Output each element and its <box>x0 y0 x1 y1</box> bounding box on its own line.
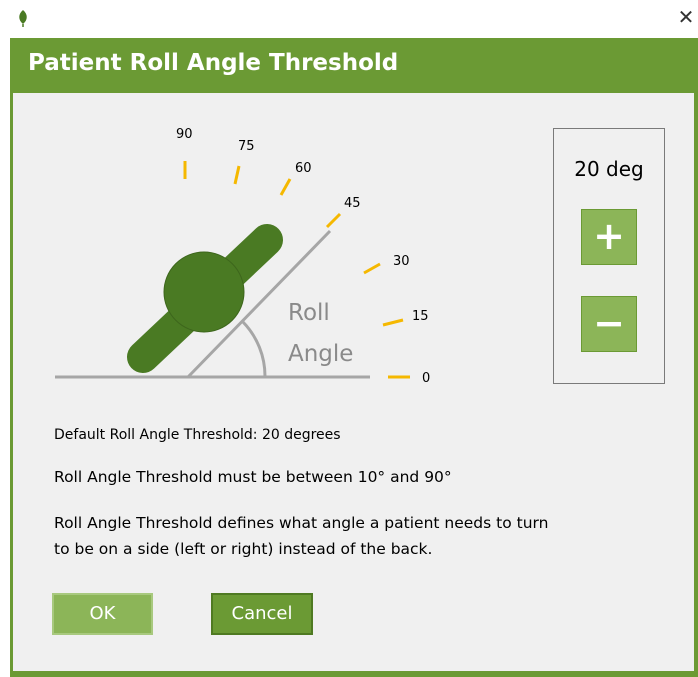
decrease-button[interactable]: − <box>581 296 637 352</box>
tick-label-0: 0 <box>422 371 430 386</box>
tick-label-30: 30 <box>393 254 410 269</box>
threshold-value: 20 deg <box>574 157 644 181</box>
tick-mark-15 <box>382 318 404 327</box>
title-bar: ✕ <box>10 0 698 38</box>
tick-mark-45 <box>325 212 342 229</box>
tick-label-90: 90 <box>176 127 193 142</box>
dialog-title: Patient Roll Angle Threshold <box>28 50 399 76</box>
bottom-border <box>10 671 698 677</box>
dialog-window: ✕ Patient Roll Angle Threshold Roll Angl… <box>10 0 698 677</box>
tick-mark-60 <box>279 178 292 196</box>
ok-button[interactable]: OK <box>52 593 153 635</box>
cancel-button[interactable]: Cancel <box>211 593 313 635</box>
close-icon[interactable]: ✕ <box>674 4 698 30</box>
range-text: Roll Angle Threshold must be between 10°… <box>54 468 452 486</box>
tick-mark-75 <box>233 165 241 185</box>
roll-label: Roll <box>288 300 330 326</box>
tick-label-60: 60 <box>295 161 312 176</box>
leaf-icon <box>19 10 27 27</box>
tick-label-15: 15 <box>412 309 429 324</box>
tick-label-45: 45 <box>344 196 361 211</box>
angle-arc <box>241 320 267 378</box>
angle-label: Angle <box>288 341 353 367</box>
threshold-panel: 20 deg + − <box>553 128 665 384</box>
tick-label-75: 75 <box>238 139 255 154</box>
description-line-1: Roll Angle Threshold defines what angle … <box>54 514 549 532</box>
increase-button[interactable]: + <box>581 209 637 265</box>
tick-mark-30 <box>363 262 381 275</box>
patient-head <box>163 251 245 333</box>
default-threshold-text: Default Roll Angle Threshold: 20 degrees <box>54 427 341 443</box>
dialog-header: Patient Roll Angle Threshold <box>10 38 698 93</box>
right-border <box>694 93 698 677</box>
description-line-2: to be on a side (left or right) instead … <box>54 540 433 558</box>
roll-angle-diagram: Roll Angle 90 75 60 45 30 15 0 <box>55 127 430 386</box>
